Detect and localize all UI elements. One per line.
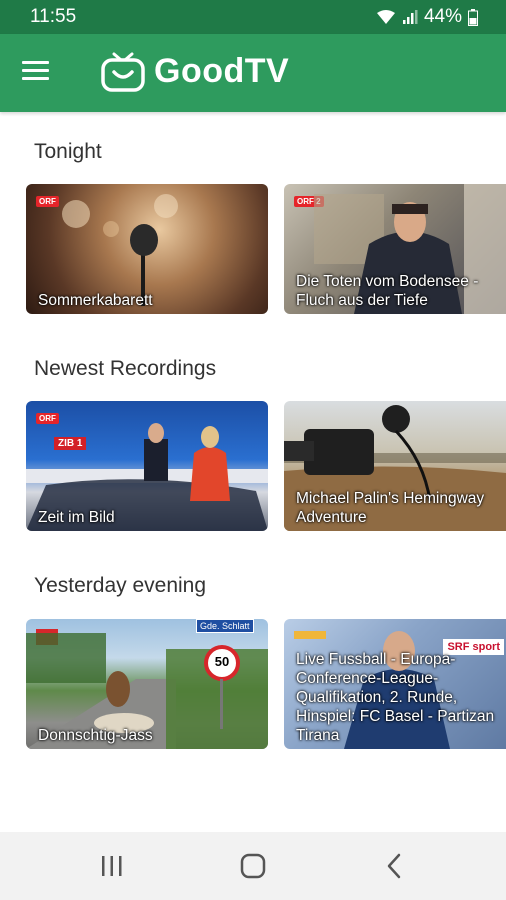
section-title-tonight: Tonight — [34, 140, 102, 163]
card-die-toten-vom-bodensee[interactable]: ORF 2 Die Toten vom Bodensee - Fluch aus… — [284, 184, 506, 314]
section-title-newest-recordings: Newest Recordings — [34, 357, 217, 380]
tv-smile-icon — [101, 52, 145, 92]
card-zeit-im-bild[interactable]: ORF ZIB 1 Zeit im Bild — [26, 401, 268, 531]
card-label: Sommerkabarett — [38, 292, 153, 309]
status-bar: 11:55 44% — [0, 0, 506, 34]
hamburger-icon[interactable] — [22, 56, 58, 92]
card-label: Michael Palin's Hemingway Adventure — [296, 490, 485, 526]
recents-icon[interactable] — [92, 850, 132, 882]
card-label: Die Toten vom Bodensee - Fluch aus der T… — [296, 273, 479, 309]
card-live-fussball[interactable]: SRF sport Live Fussball - Europa-Confere… — [284, 619, 506, 749]
card-sommerkabarett[interactable]: ORF Sommerkabarett — [26, 184, 268, 314]
app-logo: GoodTV — [100, 48, 289, 94]
app-title: GoodTV — [154, 51, 290, 90]
road-sign: Gde. Schlatt — [196, 619, 254, 633]
app-bar: GoodTV — [0, 34, 506, 112]
card-michael-palins-hemingway[interactable]: Michael Palin's Hemingway Adventure — [284, 401, 506, 531]
card-label: Live Fussball - Europa-Conference-League… — [296, 651, 495, 744]
section-title-yesterday-evening: Yesterday evening — [34, 574, 207, 597]
speed-limit-sign: 50 — [214, 654, 230, 669]
wifi-icon — [376, 10, 395, 24]
card-donnschtig-jass[interactable]: Gde. Schlatt 50 Donnschtig-Jass — [26, 619, 268, 749]
home-icon[interactable] — [233, 850, 273, 882]
battery-percent: 44% — [423, 6, 462, 27]
signal-icon — [402, 10, 418, 24]
status-icons: 44% — [376, 6, 478, 28]
card-label: Donnschtig-Jass — [38, 727, 153, 744]
battery-icon — [468, 8, 478, 26]
card-label: Zeit im Bild — [38, 509, 115, 526]
back-icon[interactable] — [375, 850, 415, 882]
status-time: 11:55 — [30, 6, 77, 27]
system-nav-bar — [0, 832, 506, 900]
